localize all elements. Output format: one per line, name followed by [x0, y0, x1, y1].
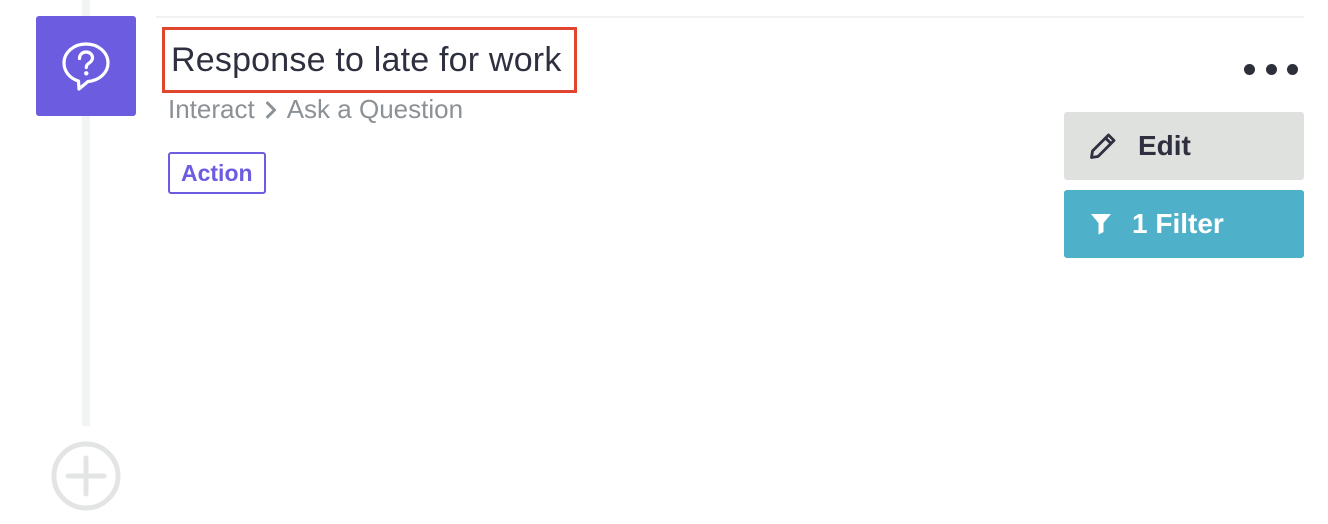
edit-label: Edit — [1138, 130, 1191, 161]
step-type-badge: Action — [168, 152, 266, 194]
pencil-icon — [1088, 131, 1118, 161]
step-app-icon[interactable] — [36, 16, 136, 116]
timeline-connector-bottom — [82, 116, 90, 426]
breadcrumb: Interact Ask a Question — [168, 94, 463, 125]
more-options-button[interactable] — [1244, 58, 1298, 80]
step-divider — [156, 16, 1304, 18]
more-dot — [1287, 63, 1298, 75]
more-dot — [1265, 63, 1277, 75]
plus-circle-icon — [51, 441, 121, 511]
timeline-connector-top — [82, 0, 90, 16]
question-chat-icon — [62, 42, 110, 91]
breadcrumb-app: Interact — [168, 94, 255, 124]
breadcrumb-action: Ask a Question — [286, 94, 464, 124]
filter-label: 1 Filter — [1132, 208, 1224, 239]
add-step-button[interactable] — [50, 440, 122, 512]
filter-button[interactable]: 1 Filter — [1064, 190, 1304, 258]
chevron-right-icon — [265, 101, 277, 119]
step-title[interactable]: Response to late for work — [162, 27, 577, 93]
funnel-icon — [1090, 212, 1112, 236]
edit-button[interactable]: Edit — [1064, 112, 1304, 180]
more-horizontal-icon — [1244, 63, 1255, 75]
